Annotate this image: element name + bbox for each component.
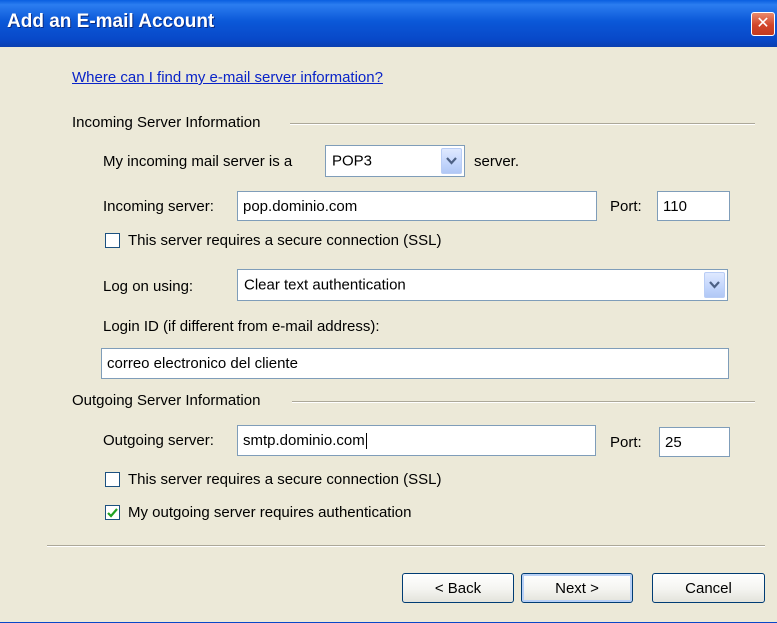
back-button[interactable]: < Back (402, 573, 514, 603)
outgoing-group-label: Outgoing Server Information (72, 392, 261, 409)
outgoing-group-divider (292, 401, 755, 403)
chevron-down-icon[interactable] (704, 272, 725, 298)
incoming-server-label: Incoming server: (103, 198, 214, 215)
incoming-group-label: Incoming Server Information (72, 114, 261, 131)
outgoing-server-value: smtp.dominio.com (243, 432, 365, 449)
window-title: Add an E-mail Account (7, 11, 215, 32)
incoming-ssl-label: This server requires a secure connection… (128, 232, 442, 249)
outgoing-ssl-checkbox[interactable] (105, 472, 120, 487)
footer-divider (47, 545, 765, 547)
title-bar: Add an E-mail Account ✕ (0, 0, 777, 47)
incoming-port-field[interactable]: 110 (657, 191, 730, 221)
chevron-down-icon[interactable] (441, 148, 462, 174)
logon-using-label: Log on using: (103, 278, 194, 295)
login-id-label: Login ID (if different from e-mail addre… (103, 318, 380, 335)
outgoing-auth-label: My outgoing server requires authenticati… (128, 504, 412, 521)
outgoing-port-field[interactable]: 25 (659, 427, 730, 457)
check-icon (107, 507, 118, 518)
incoming-server-type-select[interactable]: POP3 (325, 145, 465, 177)
outgoing-auth-checkbox[interactable] (105, 505, 120, 520)
login-id-field[interactable]: correo electronico del cliente (101, 348, 729, 379)
incoming-server-type-prefix: My incoming mail server is a (103, 153, 293, 170)
logon-method-select[interactable]: Clear text authentication (237, 269, 728, 301)
logon-method-value: Clear text authentication (244, 276, 406, 294)
incoming-server-type-suffix: server. (474, 153, 520, 170)
server-info-help-link[interactable]: Where can I find my e-mail server inform… (72, 69, 383, 86)
close-icon: ✕ (756, 15, 770, 32)
text-caret (365, 432, 367, 449)
outgoing-ssl-label: This server requires a secure connection… (128, 471, 442, 488)
incoming-group-divider (290, 123, 755, 125)
cancel-button[interactable]: Cancel (652, 573, 765, 603)
outgoing-server-field[interactable]: smtp.dominio.com (237, 425, 596, 456)
incoming-port-label: Port: (610, 198, 642, 215)
next-button[interactable]: Next > (521, 573, 633, 603)
close-button[interactable]: ✕ (751, 12, 775, 36)
incoming-ssl-checkbox[interactable] (105, 233, 120, 248)
outgoing-port-label: Port: (610, 434, 642, 451)
outgoing-server-label: Outgoing server: (103, 432, 214, 449)
incoming-server-type-value: POP3 (332, 152, 373, 170)
incoming-server-field[interactable]: pop.dominio.com (237, 191, 597, 221)
